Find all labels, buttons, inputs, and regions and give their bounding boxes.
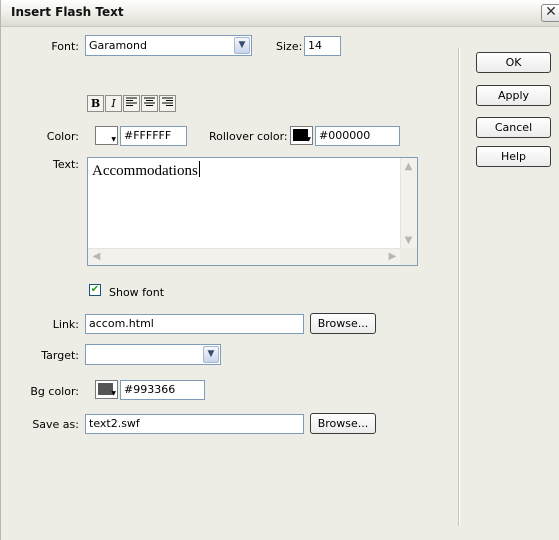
show-font-label: Show font [109,286,165,299]
scroll-down-icon[interactable]: ▼ [401,233,416,248]
target-label: Target: [41,349,79,362]
font-select[interactable]: Garamond ▼ [85,35,252,56]
size-label: Size: [276,40,303,53]
bold-button[interactable]: B [87,95,104,112]
close-button[interactable]: ✕ [541,4,559,22]
color-hex-input[interactable]: #FFFFFF [120,126,187,146]
scroll-up-icon[interactable]: ▲ [401,159,416,174]
rollover-color-label: Rollover color: [209,130,288,143]
text-value: Accommodations [92,163,198,179]
help-button[interactable]: Help [476,146,551,167]
align-right-icon [162,97,173,106]
text-caret [198,161,200,177]
italic-button[interactable]: I [105,95,122,112]
save-as-label: Save as: [32,418,79,431]
show-font-checkbox[interactable]: ✔ [89,284,101,296]
scroll-corner [400,248,417,265]
align-center-icon [144,97,155,106]
align-right-button[interactable] [159,95,176,112]
scroll-right-icon[interactable]: ▶ [385,249,400,264]
text-area[interactable]: Accommodations ▲ ▼ ◀ ▶ [87,157,418,266]
save-as-input[interactable]: text2.swf [85,414,304,434]
ok-button[interactable]: OK [476,52,551,73]
dropdown-arrow-icon: ▼ [111,390,116,397]
color-swatch-button[interactable]: ▼ [95,126,118,145]
align-center-button[interactable] [141,95,158,112]
align-left-button[interactable] [123,95,140,112]
close-icon: ✕ [545,4,557,20]
chevron-down-icon[interactable]: ▼ [234,37,250,54]
bg-color-swatch-button[interactable]: ▼ [95,380,118,399]
link-input[interactable]: accom.html [85,314,304,334]
apply-button[interactable]: Apply [476,85,551,106]
font-label: Font: [51,40,79,53]
dropdown-arrow-icon: ▼ [111,136,116,143]
dialog-title: Insert Flash Text [11,5,124,19]
bg-color-hex-input[interactable]: #993366 [120,380,205,400]
insert-flash-text-dialog: Insert Flash Text ✕ Font: Garamond ▼ Siz… [0,0,559,540]
vertical-scrollbar[interactable]: ▲ ▼ [400,158,417,249]
bg-color-label: Bg color: [30,385,79,398]
button-column-separator [458,48,460,526]
cancel-button[interactable]: Cancel [476,117,551,138]
link-label: Link: [52,318,79,331]
link-browse-button[interactable]: Browse... [310,313,376,334]
save-as-browse-button[interactable]: Browse... [310,413,376,434]
horizontal-scrollbar[interactable]: ◀ ▶ [88,248,401,265]
target-select[interactable]: ▼ [85,344,221,365]
color-label: Color: [46,130,79,143]
text-label: Text: [53,158,79,171]
chevron-down-icon[interactable]: ▼ [203,346,219,363]
title-bar: Insert Flash Text ✕ [1,0,559,27]
checkmark-icon: ✔ [90,284,100,295]
align-left-icon [126,97,137,106]
dropdown-arrow-icon: ▼ [306,136,311,143]
size-input[interactable]: 14 [304,36,341,56]
rollover-color-swatch-button[interactable]: ▼ [290,126,313,145]
font-select-value: Garamond [89,39,147,52]
rollover-color-hex-input[interactable]: #000000 [315,126,400,146]
text-area-content: Accommodations [92,161,200,180]
scroll-left-icon[interactable]: ◀ [89,249,104,264]
